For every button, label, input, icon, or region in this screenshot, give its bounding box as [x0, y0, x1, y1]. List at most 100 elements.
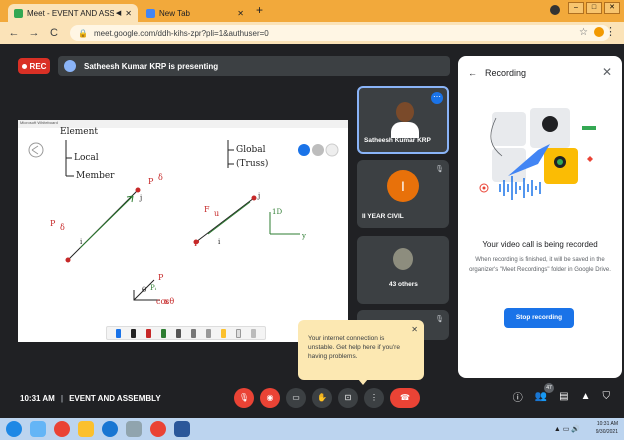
close-tab-icon[interactable]: ✕: [237, 9, 244, 18]
folder-icon[interactable]: [78, 421, 94, 437]
forward-arrow-icon[interactable]: →: [28, 27, 40, 39]
pen-icon[interactable]: [176, 328, 181, 338]
close-icon[interactable]: ✕: [411, 325, 418, 334]
mic-off-icon[interactable]: 🎙: [234, 388, 254, 408]
eraser-icon[interactable]: [236, 328, 241, 338]
maximize-button[interactable]: □: [586, 2, 602, 14]
connection-warning-toast[interactable]: ✕ Your internet connection is unstable. …: [298, 320, 424, 380]
chrome-icon[interactable]: [150, 421, 166, 437]
people-icon[interactable]: 👥: [535, 391, 547, 402]
ruler-icon[interactable]: [251, 328, 256, 338]
wb-stroke: j: [139, 194, 142, 202]
presenting-label: Satheesh Kumar KRP is presenting: [84, 61, 219, 71]
leave-call-button[interactable]: ☎: [390, 388, 420, 408]
toast-message: Your internet connection is unstable. Ge…: [308, 335, 400, 360]
camera-off-icon[interactable]: ◉: [260, 388, 280, 408]
others-tile[interactable]: 43 others: [357, 236, 449, 304]
chat-icon[interactable]: ▤: [559, 391, 568, 402]
recording-illustration: [479, 108, 596, 200]
pen-icon[interactable]: [191, 328, 196, 338]
back-arrow-icon[interactable]: ←: [468, 68, 477, 78]
close-window-button[interactable]: ✕: [604, 2, 620, 14]
wb-stroke: 1D: [272, 208, 282, 216]
wb-stroke: i: [218, 238, 221, 246]
recording-badge: REC: [18, 58, 50, 74]
close-icon[interactable]: ✕: [602, 65, 612, 79]
wb-stroke: Element: [60, 127, 98, 137]
reload-icon[interactable]: C: [48, 27, 60, 39]
host-controls-icon[interactable]: ⛉: [603, 391, 611, 402]
back-arrow-icon[interactable]: ←: [8, 27, 20, 39]
meeting-info: 10:31 AM | EVENT AND ASSEMBLY: [20, 394, 161, 403]
recording-description: When recording is finished, it will be s…: [469, 257, 611, 273]
participant-name: Satheesh Kumar KRP: [364, 137, 431, 144]
app-icon[interactable]: [126, 421, 142, 437]
pen-icon[interactable]: [161, 328, 166, 338]
system-tray-icons[interactable]: ▲ ▭ 🔊: [554, 425, 580, 433]
close-tab-icon[interactable]: ✕: [125, 9, 132, 18]
new-tab-favicon-icon: [146, 8, 155, 18]
participant-tile[interactable]: ⋯ Satheesh Kumar KRP: [357, 86, 449, 154]
captions-icon[interactable]: ▭: [286, 388, 306, 408]
ie-icon[interactable]: [30, 421, 46, 437]
browser-menu-icon[interactable]: ⋮: [605, 25, 616, 38]
word-icon[interactable]: [174, 421, 190, 437]
raise-hand-icon[interactable]: ✋: [312, 388, 332, 408]
wb-stroke: (Truss): [236, 158, 268, 169]
taskbar: [0, 418, 624, 440]
minimize-button[interactable]: –: [568, 2, 584, 14]
rec-dot-icon: [21, 63, 27, 69]
stop-recording-button[interactable]: Stop recording: [504, 308, 574, 328]
more-options-icon[interactable]: ⋮: [364, 388, 384, 408]
url-field[interactable]: 🔒 meet.google.com/ddh-kihs-zpr?pli=1&aut…: [70, 25, 610, 41]
pen-icon[interactable]: [116, 328, 121, 338]
lock-icon: 🔒: [78, 28, 88, 38]
bookmark-star-icon[interactable]: ☆: [579, 27, 588, 38]
recording-panel: ← Recording ✕ Your video call is being r…: [458, 56, 622, 378]
new-tab-button[interactable]: +: [256, 3, 263, 17]
pen-icon[interactable]: [206, 328, 211, 338]
meet-favicon-icon: [14, 8, 23, 18]
tab-meet[interactable]: Meet - EVENT AND ASSEMB ◀ ✕: [8, 4, 138, 22]
call-controls: 🎙 ◉ ▭ ✋ ⊡ ⋮ ☎: [234, 388, 420, 408]
tab-new-tab[interactable]: New Tab ✕: [140, 4, 250, 22]
clock-date: 9/30/2021: [595, 429, 618, 435]
info-icon[interactable]: ⓘ: [513, 389, 523, 404]
mic-muted-icon: 🎙: [435, 166, 444, 173]
presenting-banner: Satheesh Kumar KRP is presenting: [58, 56, 450, 76]
extension-icon[interactable]: [594, 27, 604, 37]
meeting-title: EVENT AND ASSEMBLY: [69, 394, 161, 403]
system-clock: 10:31 AM 9/30/2021: [596, 420, 618, 436]
profile-icon[interactable]: [550, 5, 560, 15]
highlighter-icon[interactable]: [221, 328, 226, 338]
panel-title: Recording: [485, 68, 527, 78]
start-icon[interactable]: [6, 421, 22, 437]
media-icon[interactable]: [102, 421, 118, 437]
participant-name: II YEAR CIVIL: [362, 213, 404, 220]
audio-icon: ◀: [115, 10, 122, 17]
participant-tile[interactable]: I 🎙 II YEAR CIVIL: [357, 160, 449, 228]
toast-pointer: [358, 379, 368, 385]
presenter-avatar: [64, 60, 76, 72]
participant-video: [391, 102, 419, 138]
activities-icon[interactable]: ▲: [581, 391, 591, 402]
wb-stroke: Member: [76, 171, 115, 181]
wb-stroke: P: [194, 239, 200, 248]
wb-stroke: F: [204, 205, 210, 214]
wb-stroke: δ: [158, 173, 163, 182]
pen-icon[interactable]: [131, 328, 136, 338]
meeting-time: 10:31 AM: [20, 394, 55, 403]
whiteboard-pen-toolbar: [106, 326, 266, 340]
present-icon[interactable]: ⊡: [338, 388, 358, 408]
browser-tab-bar: Meet - EVENT AND ASSEMB ◀ ✕ New Tab ✕ + …: [0, 0, 624, 22]
participant-avatar: I: [387, 170, 419, 202]
pen-icon[interactable]: [146, 328, 151, 338]
participant-avatar: [393, 248, 413, 270]
mic-muted-icon: 🎙: [435, 316, 444, 323]
chrome-icon[interactable]: [54, 421, 70, 437]
rec-label: REC: [29, 61, 47, 71]
more-options-icon[interactable]: ⋯: [431, 92, 443, 104]
side-controls: ⓘ 👥 ▤ ▲ ⛉: [513, 389, 610, 404]
wb-stroke: Local: [74, 153, 99, 163]
wb-stroke: Pᵢ: [150, 284, 157, 292]
